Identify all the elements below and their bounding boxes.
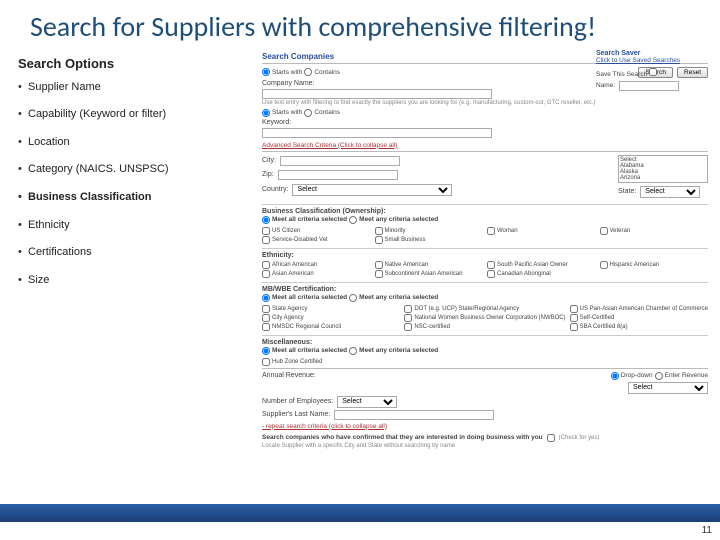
match-contains-label: Contains bbox=[314, 69, 340, 76]
option-supplier-name: Supplier Name bbox=[28, 79, 250, 97]
misc-grid: Hub Zone Certified bbox=[262, 358, 708, 366]
misc-heading: Miscellaneous: bbox=[262, 335, 708, 346]
save-search-label: Save This Search bbox=[596, 71, 647, 78]
interested-checkbox[interactable] bbox=[547, 434, 555, 442]
match-contains-radio[interactable] bbox=[304, 68, 312, 76]
left-column: Search Options Supplier Name Capability … bbox=[18, 50, 258, 451]
use-saved-searches-link[interactable]: Click to Use Saved Searches bbox=[596, 57, 706, 64]
revenue-select[interactable]: Select bbox=[628, 382, 708, 394]
zip-label: Zip: bbox=[262, 171, 274, 178]
bottom-note: Search companies who have confirmed that… bbox=[262, 434, 543, 441]
match-starts-label: Starts with bbox=[272, 69, 302, 76]
option-capability: Capability (Keyword or filter) bbox=[28, 106, 250, 124]
search-options-heading: Search Options bbox=[18, 56, 250, 71]
bc-heading: Business Classification (Ownership): bbox=[262, 204, 708, 215]
lastname-label: Supplier's Last Name: bbox=[262, 411, 330, 418]
zip-input[interactable] bbox=[278, 170, 398, 180]
option-size: Size bbox=[28, 272, 250, 290]
keyword-label: Keyword: bbox=[262, 119, 291, 126]
lastname-input[interactable] bbox=[334, 410, 494, 420]
option-business-classification: Business Classification bbox=[28, 189, 250, 207]
company-name-label: Company Name: bbox=[262, 80, 315, 87]
option-location: Location bbox=[28, 134, 250, 152]
country-select[interactable]: Select bbox=[292, 184, 452, 196]
company-name-input[interactable] bbox=[262, 89, 492, 99]
bc-all-radio[interactable] bbox=[262, 216, 270, 224]
eth-grid: African American Native American South P… bbox=[262, 261, 708, 278]
state-label: State: bbox=[618, 188, 636, 195]
cert-all-radio[interactable] bbox=[262, 294, 270, 302]
bc-grid: US Citizen Minority Woman Veteran Servic… bbox=[262, 227, 708, 244]
check-yes-label: (Check for yes) bbox=[559, 435, 600, 441]
city-label: City: bbox=[262, 157, 276, 164]
city-input[interactable] bbox=[280, 156, 400, 166]
option-certifications: Certifications bbox=[28, 244, 250, 262]
save-name-label: Name: bbox=[596, 82, 615, 89]
save-search-checkbox[interactable] bbox=[649, 68, 657, 76]
footer-bar bbox=[0, 504, 720, 522]
save-name-input[interactable] bbox=[619, 81, 679, 91]
cert-heading: MB/WBE Certification: bbox=[262, 282, 708, 293]
state-listbox[interactable]: Select Alabama Alaska Arizona bbox=[618, 155, 708, 183]
kw-contains-radio[interactable] bbox=[304, 109, 312, 117]
option-ethnicity: Ethnicity bbox=[28, 217, 250, 235]
match-starts-radio[interactable] bbox=[262, 68, 270, 76]
advanced-search-link[interactable]: Advanced Search Criteria (Click to colla… bbox=[262, 142, 708, 149]
state-select[interactable]: Select bbox=[640, 186, 700, 198]
employees-select[interactable]: Select bbox=[337, 396, 397, 408]
form-screenshot: Search Companies Search Saver Click to U… bbox=[258, 50, 712, 451]
rev-dropdown-radio[interactable] bbox=[611, 372, 619, 380]
country-label: Country: bbox=[262, 186, 288, 193]
misc-all-radio[interactable] bbox=[262, 347, 270, 355]
page-number: 11 bbox=[702, 525, 712, 536]
misc-any-radio[interactable] bbox=[349, 347, 357, 355]
kw-starts-radio[interactable] bbox=[262, 109, 270, 117]
annual-revenue-label: Annual Revenue: bbox=[262, 372, 316, 379]
keyword-input[interactable] bbox=[262, 128, 492, 138]
rev-enter-radio[interactable] bbox=[655, 372, 663, 380]
eth-heading: Ethnicity: bbox=[262, 248, 708, 259]
employees-label: Number of Employees: bbox=[262, 398, 333, 405]
cert-grid: State Agency DOT (e.g. UCP) State/Region… bbox=[262, 305, 708, 331]
cert-any-radio[interactable] bbox=[349, 294, 357, 302]
bc-any-radio[interactable] bbox=[349, 216, 357, 224]
slide-title: Search for Suppliers with comprehensive … bbox=[0, 0, 720, 50]
option-category: Category (NAICS. UNSPSC) bbox=[28, 161, 250, 179]
search-saver-panel: Search Saver Click to Use Saved Searches… bbox=[596, 50, 706, 92]
company-hint: Use text entry with filtering to find ex… bbox=[262, 100, 708, 106]
bottom-small: Locate Supplier with a specific City and… bbox=[262, 443, 708, 449]
search-saver-heading: Search Saver bbox=[596, 50, 706, 57]
repeat-criteria-link[interactable]: - repeat search criteria (click to colla… bbox=[262, 423, 708, 430]
